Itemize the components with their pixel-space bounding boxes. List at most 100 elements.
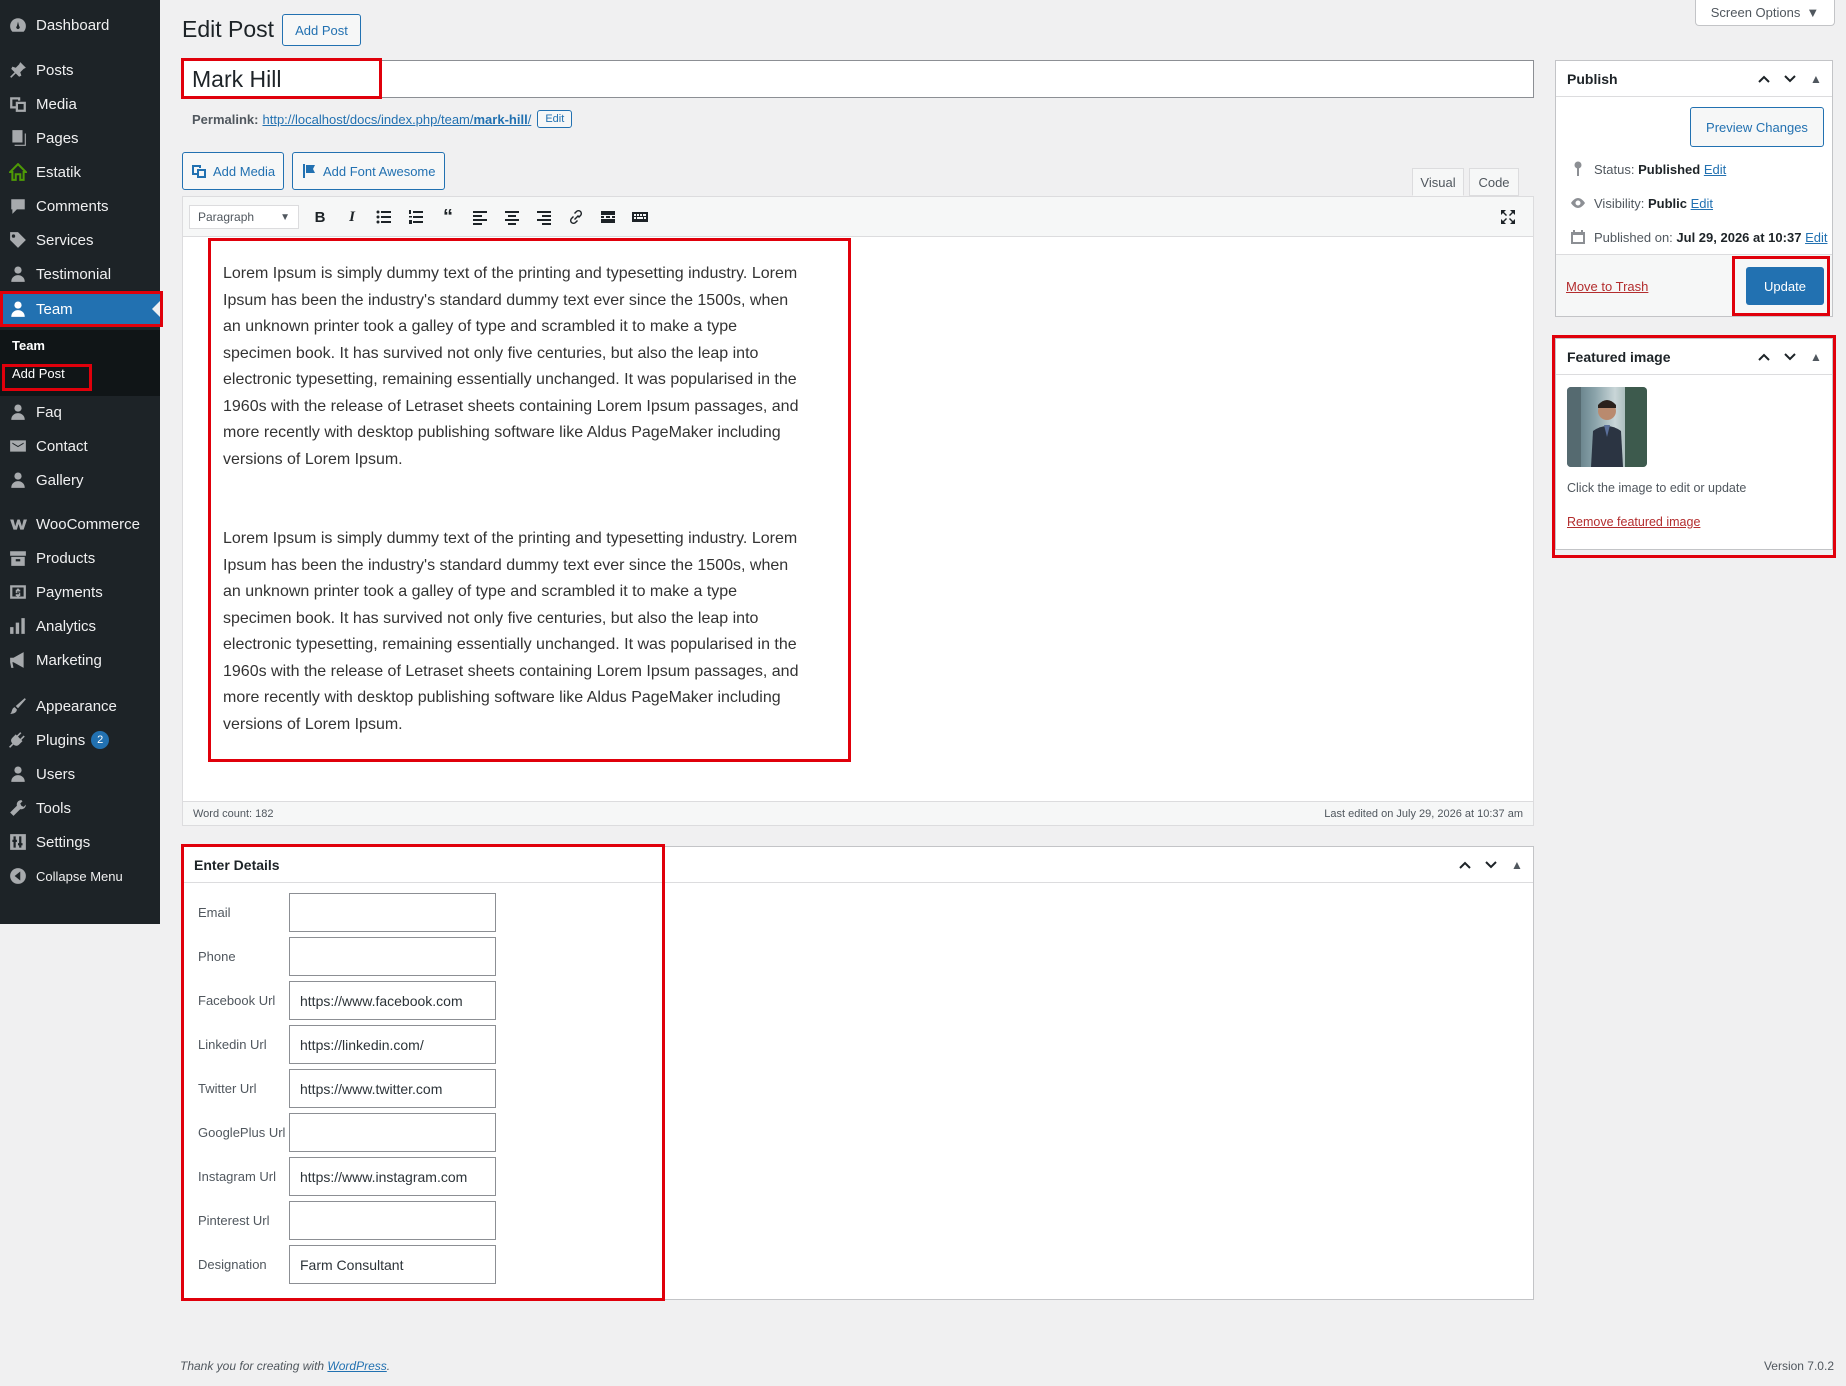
sidebar-item-comments[interactable]: Comments <box>0 190 160 222</box>
featured-image-thumbnail[interactable] <box>1567 387 1647 467</box>
field-input-linkedin-url[interactable]: https://linkedin.com/ <box>289 1025 496 1064</box>
field-label: Facebook Url <box>198 993 276 1008</box>
wrench-icon <box>0 799 36 817</box>
editor-toolbar: Paragraph ▼ B I “ <box>183 197 1533 237</box>
move-down-icon[interactable] <box>1780 347 1800 367</box>
move-up-icon[interactable] <box>1455 855 1475 875</box>
enter-details-header: Enter Details ▲ <box>183 847 1533 883</box>
remove-featured-image-link[interactable]: Remove featured image <box>1567 515 1700 529</box>
read-more-icon[interactable] <box>597 207 619 227</box>
tab-visual[interactable]: Visual <box>1412 168 1464 196</box>
move-to-trash-link[interactable]: Move to Trash <box>1566 279 1648 294</box>
sidebar-item-pages[interactable]: Pages <box>0 122 160 154</box>
move-down-icon[interactable] <box>1481 855 1501 875</box>
published-edit-link[interactable]: Edit <box>1805 230 1827 245</box>
dollar-icon <box>0 583 36 601</box>
numbered-list-icon[interactable] <box>405 207 427 227</box>
sidebar-item-analytics[interactable]: Analytics <box>0 610 160 642</box>
sidebar-item-marketing[interactable]: Marketing <box>0 644 160 676</box>
user-icon <box>0 300 36 318</box>
sidebar-item-contact[interactable]: Contact <box>0 430 160 462</box>
align-right-icon[interactable] <box>533 207 555 227</box>
link-icon[interactable] <box>565 207 587 227</box>
align-left-icon[interactable] <box>469 207 491 227</box>
sidebar-item-plugins[interactable]: Plugins 2 <box>0 724 160 756</box>
field-input-phone[interactable] <box>289 937 496 976</box>
field-input-designation[interactable]: Farm Consultant <box>289 1245 496 1284</box>
footer-thanks: Thank you for creating with WordPress. <box>180 1359 390 1373</box>
add-media-label: Add Media <box>213 163 276 179</box>
move-up-icon[interactable] <box>1754 69 1774 89</box>
sidebar-item-woocommerce[interactable]: WooCommerce <box>0 508 160 540</box>
field-input-facebook-url[interactable]: https://www.facebook.com <box>289 981 496 1020</box>
sidebar-item-label: Comments <box>36 197 109 215</box>
sidebar-item-settings[interactable]: Settings <box>0 826 160 858</box>
sidebar-item-label: Products <box>36 549 96 567</box>
sidebar-item-team[interactable]: Team <box>0 293 160 325</box>
field-input-pinterest-url[interactable] <box>289 1201 496 1240</box>
italic-icon[interactable]: I <box>341 207 363 227</box>
submenu-team[interactable]: Team <box>12 338 45 353</box>
permalink-edit-button[interactable]: Edit <box>537 110 573 128</box>
sidebar-item-faq[interactable]: Faq <box>0 396 160 428</box>
sidebar-item-media[interactable]: Media <box>0 88 160 120</box>
bold-icon[interactable]: B <box>309 207 331 227</box>
format-select[interactable]: Paragraph ▼ <box>189 205 299 229</box>
content-editor: Paragraph ▼ B I “ Lorem Ipsum is simply … <box>182 196 1534 826</box>
archive-icon <box>0 549 36 567</box>
enter-details-box: Enter Details ▲ Email Phone Facebook Url ht… <box>182 846 1534 1300</box>
plugin-icon <box>0 731 36 749</box>
sidebar-item-label: Users <box>36 765 76 783</box>
editor-statusbar: Word count: 182 Last edited on July 29, … <box>183 801 1533 825</box>
wordpress-link[interactable]: WordPress <box>327 1359 386 1373</box>
tab-code[interactable]: Code <box>1469 168 1519 196</box>
move-down-icon[interactable] <box>1780 69 1800 89</box>
calendar-icon <box>1571 230 1585 244</box>
sidebar-item-testimonial[interactable]: Testimonial <box>0 258 160 290</box>
editor-content[interactable]: Lorem Ipsum is simply dummy text of the … <box>223 261 803 791</box>
collapse-toggle-icon[interactable]: ▲ <box>1806 347 1826 367</box>
update-button[interactable]: Update <box>1746 267 1824 305</box>
bullet-list-icon[interactable] <box>373 207 395 227</box>
sidebar-item-payments[interactable]: Payments <box>0 576 160 608</box>
blockquote-icon[interactable]: “ <box>437 206 459 228</box>
align-center-icon[interactable] <box>501 207 523 227</box>
screen-options-button[interactable]: Screen Options ▼ <box>1695 0 1835 26</box>
sidebar-item-tools[interactable]: Tools <box>0 792 160 824</box>
sidebar-item-users[interactable]: Users <box>0 758 160 790</box>
field-label: Instagram Url <box>198 1169 277 1184</box>
field-input-instagram-url[interactable]: https://www.instagram.com <box>289 1157 496 1196</box>
featured-image-hint: Click the image to edit or update <box>1567 481 1747 495</box>
sidebar-item-appearance[interactable]: Appearance <box>0 690 160 722</box>
sidebar-item-gallery[interactable]: Gallery <box>0 464 160 496</box>
field-label: Email <box>198 905 231 920</box>
preview-changes-button[interactable]: Preview Changes <box>1690 107 1824 147</box>
move-up-icon[interactable] <box>1754 347 1774 367</box>
submenu-add-post[interactable]: Add Post <box>12 366 65 381</box>
field-input-googleplus-url[interactable] <box>289 1113 496 1152</box>
status-edit-link[interactable]: Edit <box>1704 162 1726 177</box>
collapse-toggle-icon[interactable]: ▲ <box>1806 69 1826 89</box>
sidebar-item-posts[interactable]: Posts <box>0 54 160 86</box>
sidebar-item-estatik[interactable]: Estatik <box>0 156 160 188</box>
chevron-down-icon: ▼ <box>280 211 290 223</box>
field-input-twitter-url[interactable]: https://www.twitter.com <box>289 1069 496 1108</box>
add-post-button[interactable]: Add Post <box>282 14 361 46</box>
field-input-email[interactable] <box>289 893 496 932</box>
sidebar-item-services[interactable]: Services <box>0 224 160 256</box>
settings-icon <box>0 833 36 851</box>
add-font-awesome-button[interactable]: Add Font Awesome <box>292 152 445 190</box>
sidebar-item-label: Posts <box>36 61 74 79</box>
sidebar-item-collapse-menu[interactable]: Collapse Menu <box>0 860 160 892</box>
visibility-edit-link[interactable]: Edit <box>1691 196 1713 211</box>
keyboard-icon[interactable] <box>629 207 651 227</box>
add-media-button[interactable]: Add Media <box>182 152 285 190</box>
sidebar-item-label: Dashboard <box>36 16 110 34</box>
fullscreen-icon[interactable] <box>1497 207 1519 227</box>
sidebar-item-products[interactable]: Products <box>0 542 160 574</box>
permalink-link[interactable]: http://localhost/docs/index.php/team/mar… <box>262 112 531 127</box>
collapse-toggle-icon[interactable]: ▲ <box>1507 855 1527 875</box>
sidebar-item-dashboard[interactable]: Dashboard <box>0 9 160 41</box>
post-title-input[interactable]: Mark Hill <box>182 60 1534 98</box>
comment-icon <box>0 197 36 215</box>
